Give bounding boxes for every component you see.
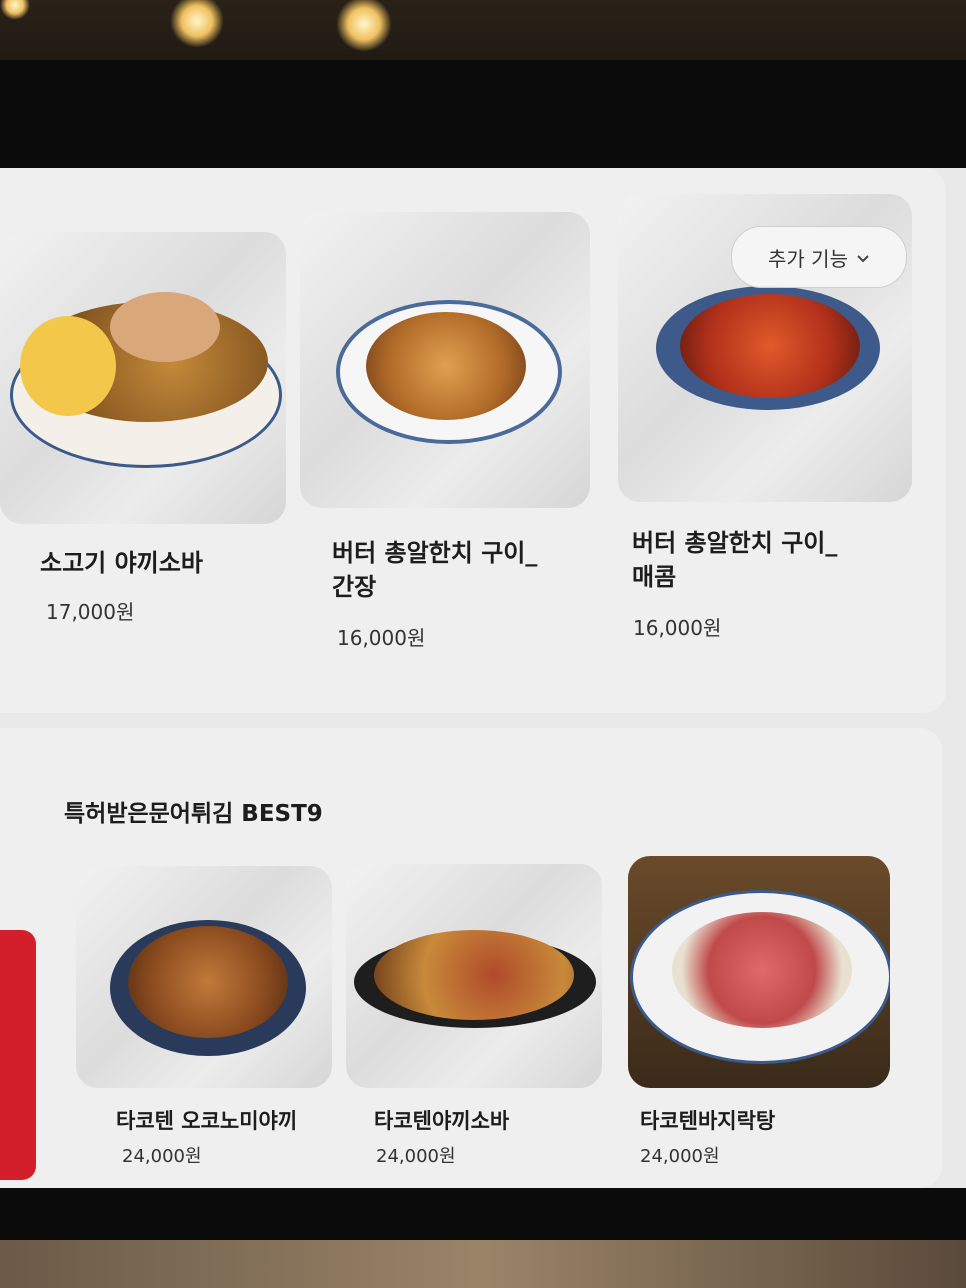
menu-item-name: 버터 총알한치 구이_ 매콤 [632, 529, 838, 591]
egg [20, 316, 116, 416]
okonomiyaki [128, 926, 288, 1038]
menu-item-name: 타코텐 오코노미야끼 [116, 1109, 298, 1133]
menu-item-price: 16,000원 [633, 616, 722, 640]
extra-features-button[interactable]: 추가 기능 [731, 226, 907, 288]
section-title: 특허받은문어튀김 BEST9 [64, 801, 323, 827]
light-bulb [336, 0, 392, 52]
menu-item-name: 버터 총알한치 구이_ 간장 [332, 539, 538, 601]
table-surface [0, 1240, 966, 1288]
menu-item-price: 24,000원 [122, 1146, 202, 1167]
spicy-squid-dish [680, 294, 860, 398]
bonito-flakes [110, 292, 220, 362]
menu-item-name: 타코텐바지락탕 [640, 1109, 776, 1133]
chevron-down-icon [856, 245, 870, 269]
menu-item-price: 24,000원 [376, 1146, 456, 1167]
extra-features-label: 추가 기능 [768, 246, 848, 271]
side-tab[interactable] [0, 930, 36, 1180]
squid-dish [366, 312, 526, 420]
menu-item-price: 16,000원 [337, 626, 426, 650]
light-bulb [170, 0, 224, 48]
menu-item-name: 타코텐야끼소바 [374, 1109, 510, 1133]
menu-item-image[interactable] [0, 232, 286, 524]
menu-item-image[interactable] [76, 866, 332, 1088]
menu-item-image[interactable] [628, 856, 890, 1088]
light-bulb [0, 0, 30, 20]
octopus-yakisoba [374, 930, 574, 1020]
menu-item-name: 소고기 야끼소바 [40, 549, 203, 577]
octopus-clam-soup [672, 912, 852, 1028]
menu-item-price: 24,000원 [640, 1146, 720, 1167]
menu-item-image[interactable] [300, 212, 590, 508]
menu-item-image[interactable] [346, 864, 602, 1088]
menu-item-price: 17,000원 [46, 600, 135, 624]
